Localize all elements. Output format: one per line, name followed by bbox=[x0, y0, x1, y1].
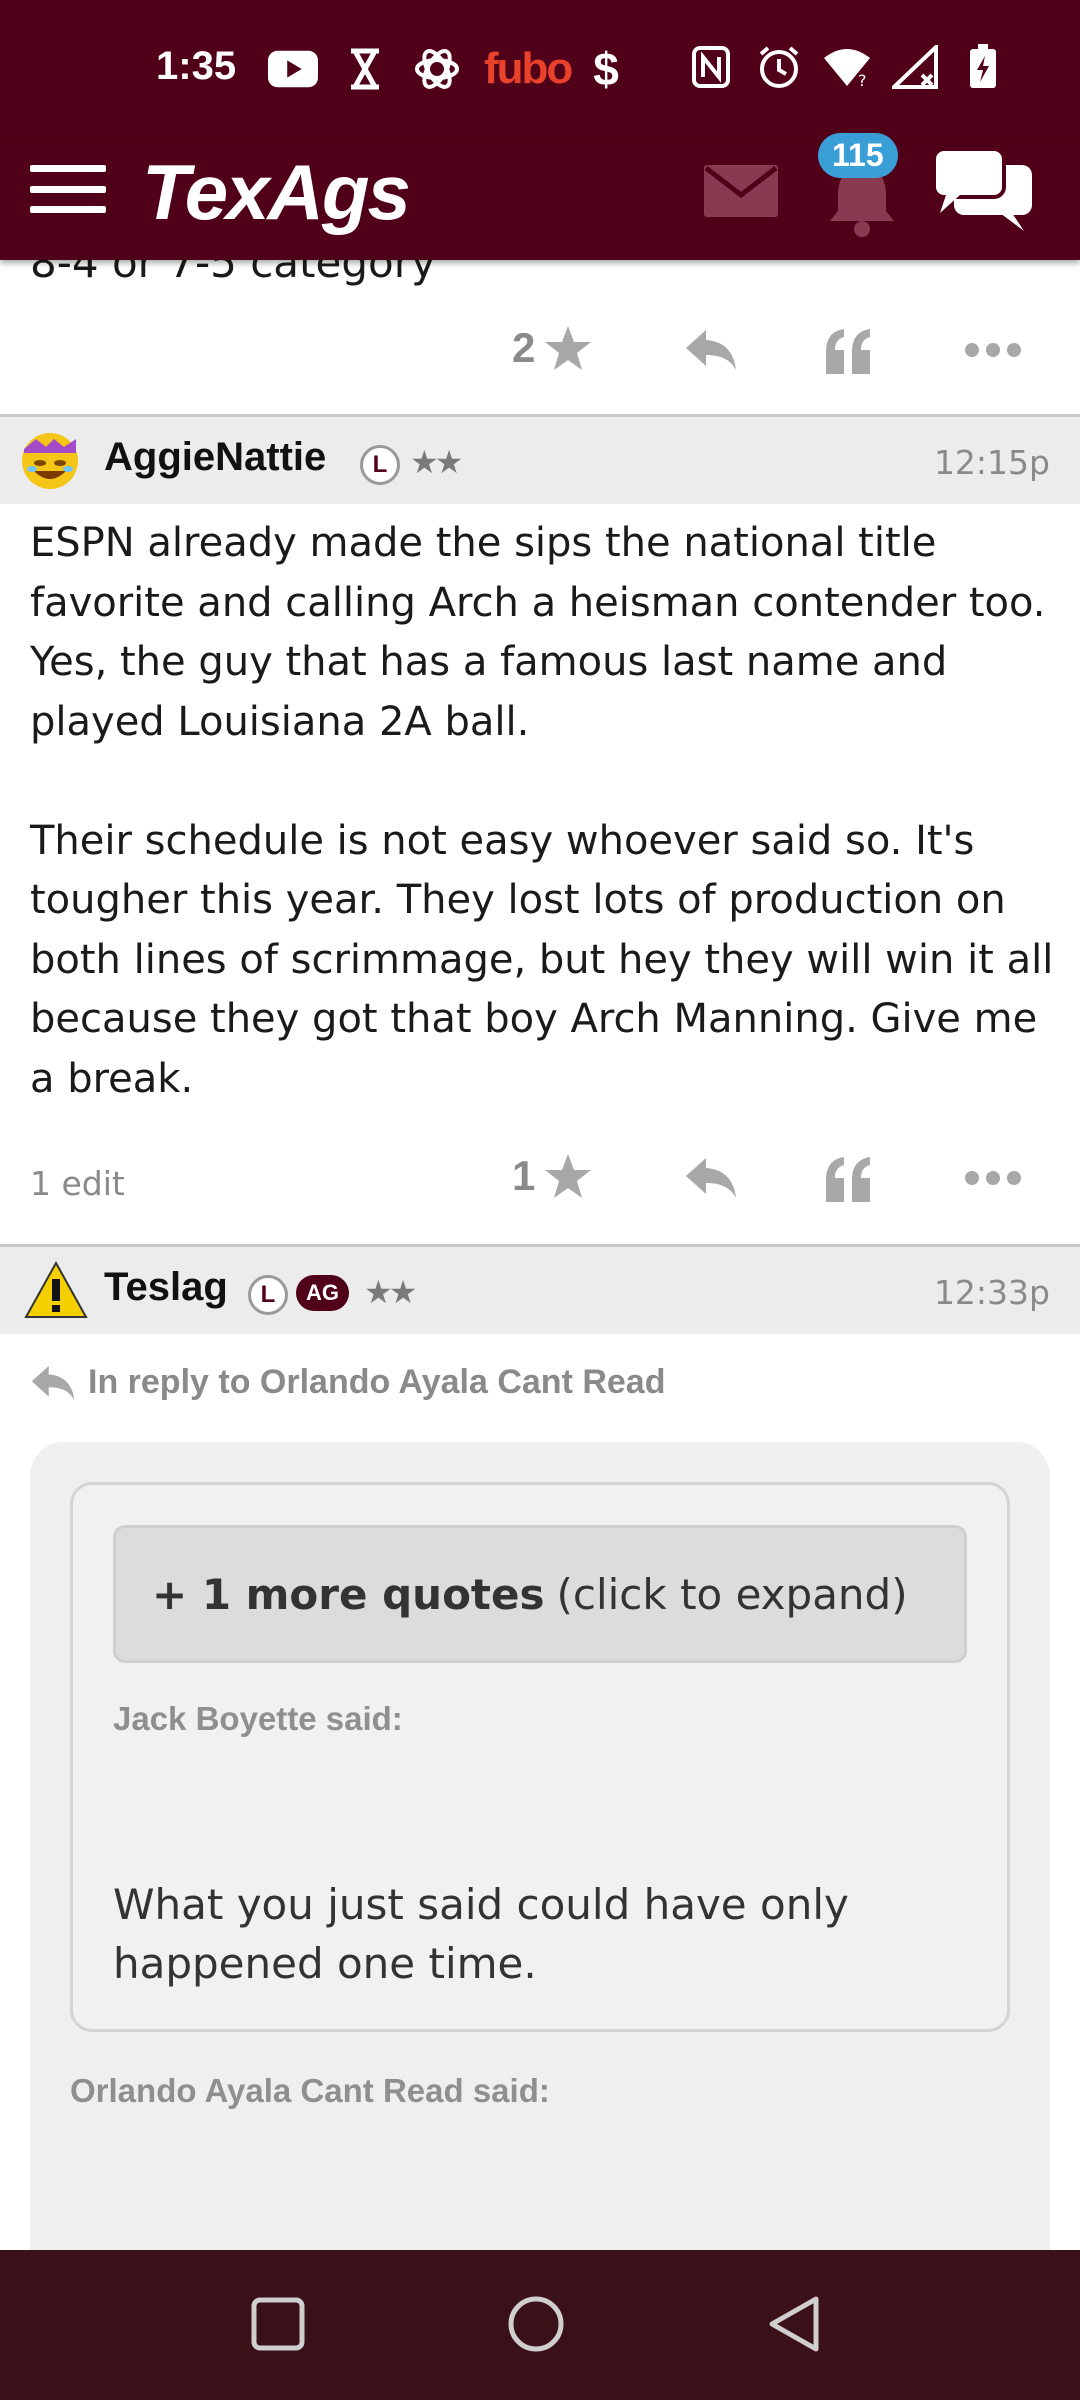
wifi-icon: ? bbox=[822, 42, 872, 92]
signal-icon bbox=[890, 42, 940, 92]
home-icon[interactable] bbox=[506, 2294, 566, 2354]
chat-icon[interactable] bbox=[932, 147, 1034, 237]
edit-note[interactable]: 1 edit bbox=[30, 1164, 125, 1203]
quote-icon[interactable] bbox=[824, 328, 874, 376]
in-reply-to-text: In reply to Orlando Ayala Cant Read bbox=[88, 1363, 666, 1401]
app-header: TexAgs 115 bbox=[0, 133, 1080, 260]
user-stars: ★★ bbox=[364, 1273, 417, 1311]
back-icon[interactable] bbox=[766, 2294, 822, 2354]
username[interactable]: Teslag bbox=[104, 1265, 228, 1310]
username[interactable]: AggieNattie bbox=[104, 435, 326, 480]
ag-badge: AG bbox=[296, 1275, 349, 1311]
battery-charging-icon bbox=[958, 42, 1008, 92]
more-options-icon[interactable] bbox=[964, 1170, 1022, 1186]
more-options-icon[interactable] bbox=[964, 342, 1022, 358]
post-paragraph: ESPN already made the sips the national … bbox=[30, 520, 1046, 745]
status-time: 1:35 bbox=[156, 44, 237, 88]
menu-icon[interactable] bbox=[30, 159, 106, 219]
user-stars: ★★ bbox=[410, 443, 463, 481]
fubo-icon: fubo bbox=[484, 44, 573, 93]
post-time: 12:33p bbox=[933, 1273, 1050, 1312]
star-icon bbox=[545, 1154, 592, 1198]
svg-text:?: ? bbox=[858, 71, 867, 88]
previous-post-text: 8-4 or 7-5 category bbox=[30, 260, 436, 287]
notifications[interactable]: 115 bbox=[810, 133, 910, 243]
post-body: ESPN already made the sips the national … bbox=[30, 514, 1060, 1109]
quote-icon[interactable] bbox=[824, 1156, 874, 1204]
youtube-icon bbox=[268, 44, 318, 94]
star-button[interactable]: 1 bbox=[512, 1152, 593, 1200]
star-button[interactable]: 2 bbox=[512, 324, 593, 372]
star-count: 2 bbox=[512, 324, 536, 371]
previous-post-actions: 2 bbox=[0, 310, 1080, 400]
dollar-icon: $ bbox=[593, 43, 619, 95]
warning-avatar[interactable] bbox=[24, 1259, 88, 1323]
more-quotes-label: + 1 more quotes bbox=[152, 1569, 545, 1619]
hourglass-icon bbox=[340, 44, 390, 94]
texags-logo[interactable]: TexAgs bbox=[142, 147, 411, 238]
status-icons-right: ? bbox=[686, 42, 1008, 92]
nested-quote: + 1 more quotes (click to expand) Jack B… bbox=[70, 1482, 1010, 2032]
expand-quotes-button[interactable]: + 1 more quotes (click to expand) bbox=[113, 1525, 967, 1663]
post-header: Teslag L AG ★★ 12:33p bbox=[0, 1244, 1080, 1334]
lifetime-badge: L bbox=[360, 445, 400, 485]
star-count: 1 bbox=[512, 1152, 536, 1199]
post-actions: 1 edit 1 bbox=[0, 1138, 1080, 1228]
avatar[interactable] bbox=[18, 429, 82, 493]
system-nav-bar bbox=[0, 2250, 1080, 2400]
status-icons-left: fubo $ bbox=[268, 42, 619, 96]
in-reply-to-link[interactable]: In reply to Orlando Ayala Cant Read bbox=[30, 1363, 666, 1402]
quote-text: What you just said could have only happe… bbox=[113, 1880, 849, 1988]
thread-content: 8-4 or 7-5 category 2 AggieNattie L ★★ 1… bbox=[0, 260, 1080, 2250]
post-time: 12:15p bbox=[933, 443, 1050, 482]
quote-author: Jack Boyette said: bbox=[113, 1700, 403, 1737]
notification-badge: 115 bbox=[818, 133, 898, 178]
status-bar: 1:35 fubo $ ? bbox=[0, 0, 1080, 145]
post-header: AggieNattie L ★★ 12:15p bbox=[0, 414, 1080, 504]
star-icon bbox=[545, 326, 592, 370]
recents-icon[interactable] bbox=[250, 2296, 306, 2352]
reply-icon[interactable] bbox=[684, 1156, 738, 1200]
openai-icon bbox=[412, 44, 462, 94]
alarm-icon bbox=[754, 42, 804, 92]
mail-icon[interactable] bbox=[704, 165, 778, 221]
reply-icon bbox=[31, 1365, 75, 1400]
reply-icon[interactable] bbox=[684, 328, 738, 372]
quote-block: + 1 more quotes (click to expand) Jack B… bbox=[30, 1442, 1050, 2250]
more-quotes-hint: (click to expand) bbox=[556, 1569, 908, 1619]
quote-author: Orlando Ayala Cant Read said: bbox=[70, 2072, 550, 2109]
post-paragraph: Their schedule is not easy whoever said … bbox=[30, 817, 1054, 1102]
nfc-icon bbox=[686, 42, 736, 92]
lifetime-badge: L bbox=[248, 1275, 288, 1315]
